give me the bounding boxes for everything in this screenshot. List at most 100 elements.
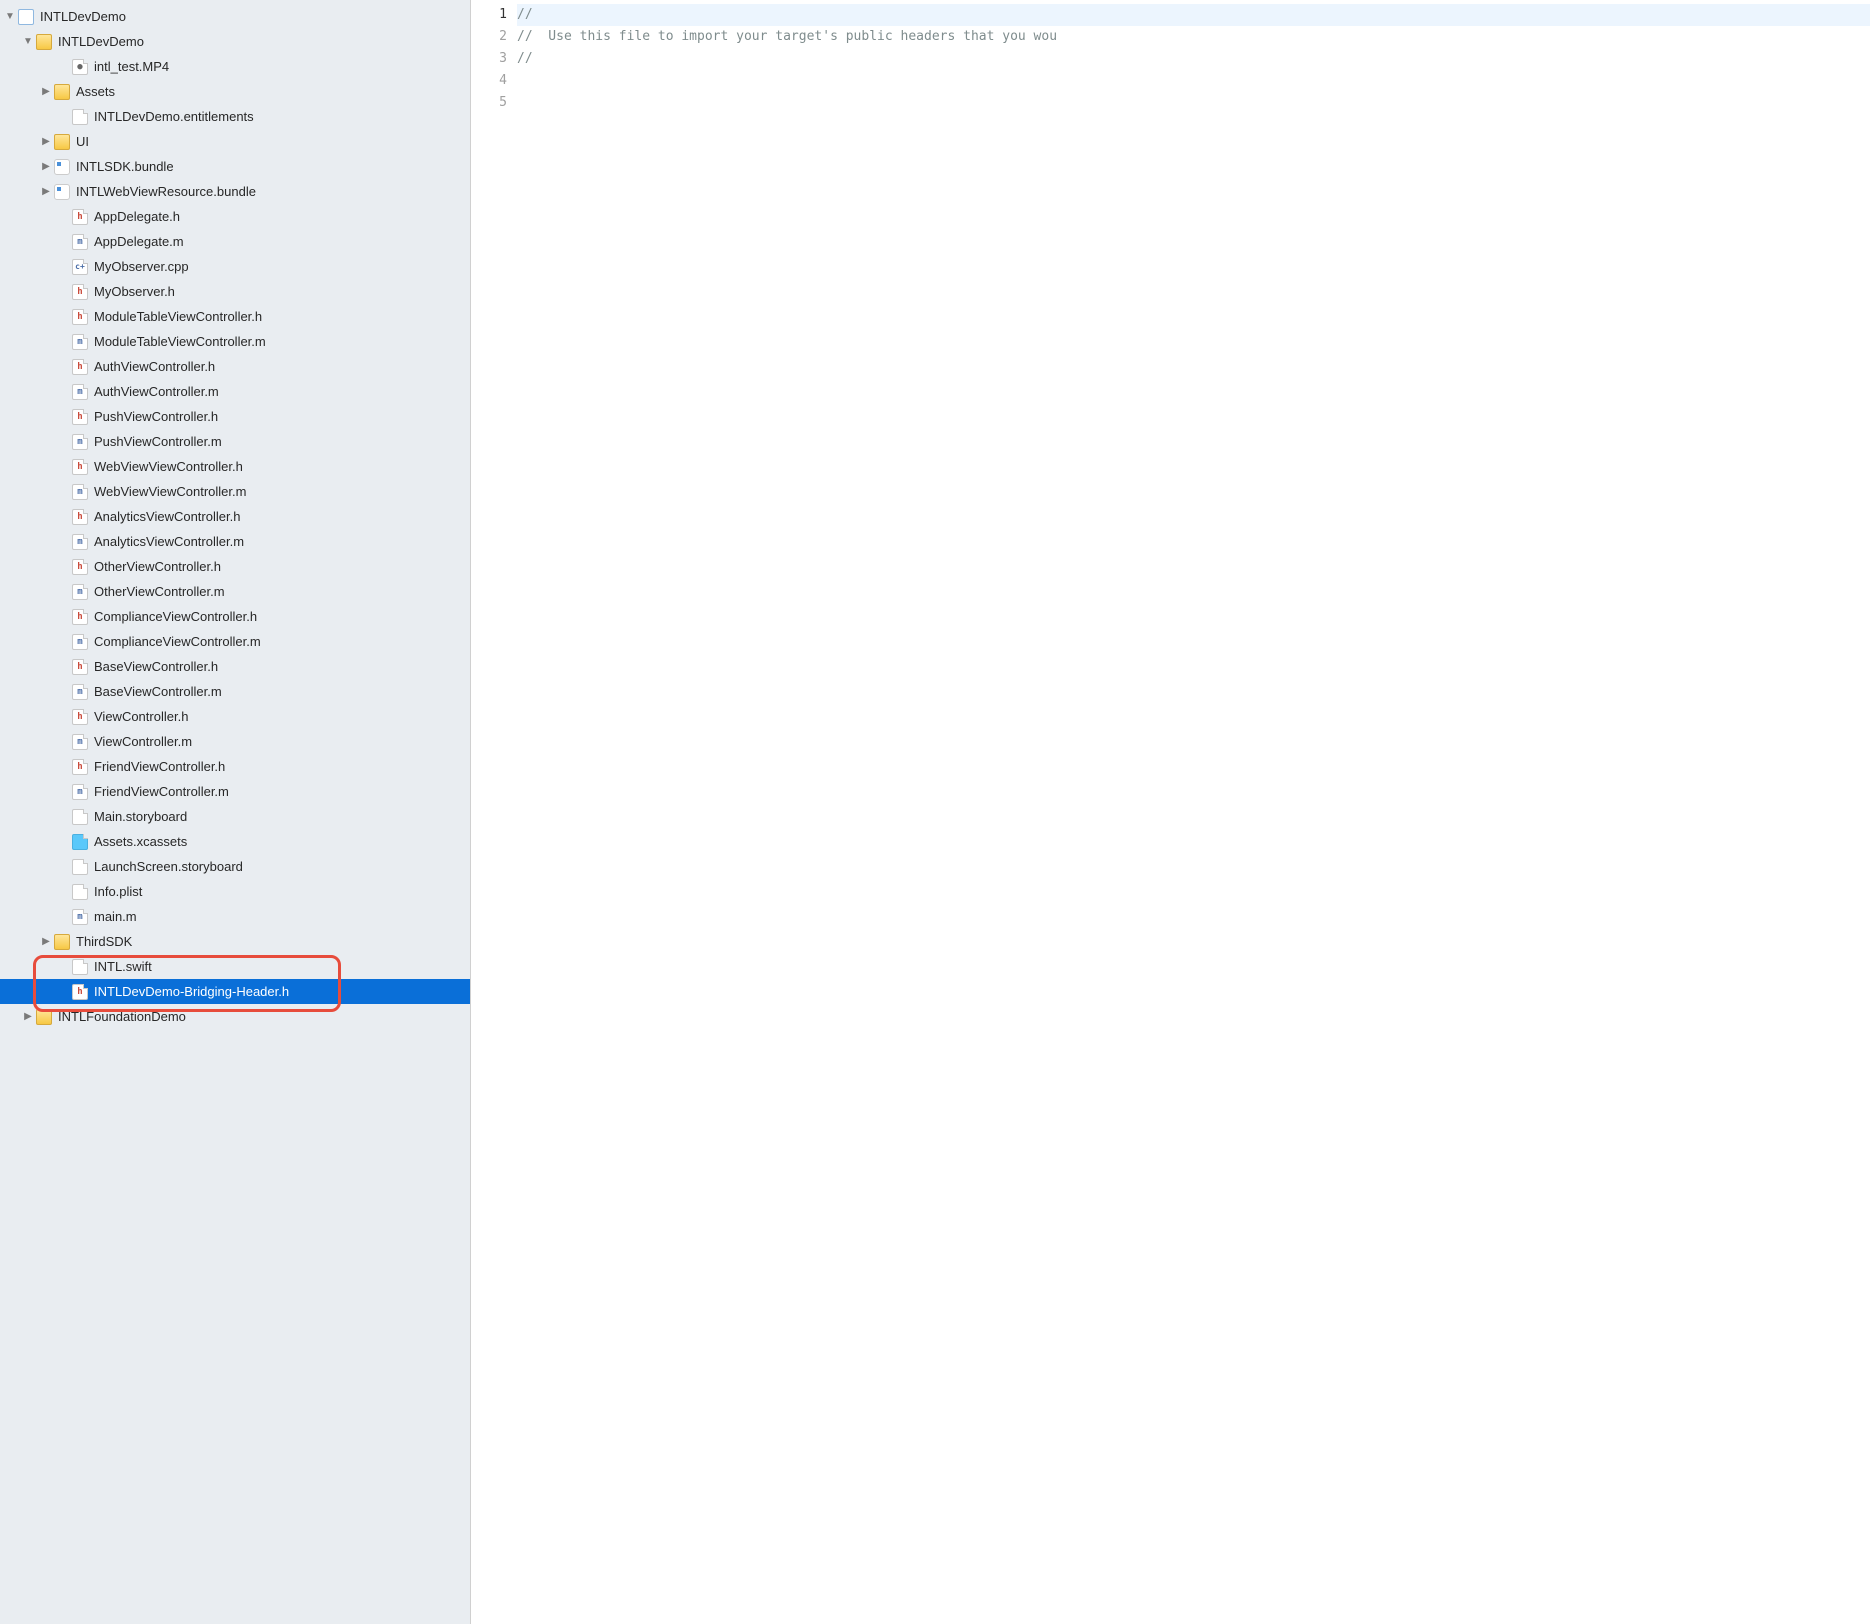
line-number: 4: [471, 70, 507, 92]
tree-item-otherviewcontroller-m[interactable]: m OtherViewController.m: [0, 579, 470, 604]
line-gutter: 12345: [471, 0, 517, 1624]
disclosure-triangle-icon[interactable]: ▼: [4, 11, 16, 22]
tree-item-intl-test-mp4[interactable]: ●intl_test.MP4: [0, 54, 470, 79]
tree-item-label: ModuleTableViewController.m: [94, 334, 266, 349]
tree-item-label: AppDelegate.h: [94, 209, 180, 224]
tree-item-main-storyboard[interactable]: Main.storyboard: [0, 804, 470, 829]
m-file-icon: m: [72, 334, 88, 350]
tree-item-assets[interactable]: ▶Assets: [0, 79, 470, 104]
tree-item-label: OtherViewController.m: [94, 584, 225, 599]
m-file-icon: m: [72, 384, 88, 400]
tree-item-moduletableviewcontroller-h[interactable]: hModuleTableViewController.h: [0, 304, 470, 329]
line-number: 5: [471, 92, 507, 114]
disclosure-triangle-icon[interactable]: ▼: [22, 36, 34, 47]
tree-item-appdelegate-h[interactable]: hAppDelegate.h: [0, 204, 470, 229]
tree-item-baseviewcontroller-m[interactable]: m BaseViewController.m: [0, 679, 470, 704]
tree-item-complianceviewcontroller-h[interactable]: hComplianceViewController.h: [0, 604, 470, 629]
tree-item-authviewcontroller-m[interactable]: mAuthViewController.m: [0, 379, 470, 404]
folder-icon: [36, 1009, 52, 1025]
tree-item-label: INTLFoundationDemo: [58, 1009, 186, 1024]
disclosure-triangle-icon[interactable]: ▶: [40, 936, 52, 947]
tree-item-intlsdk-bundle[interactable]: ▶ INTLSDK.bundle: [0, 154, 470, 179]
tree-item-intldevdemo[interactable]: ▼INTLDevDemo: [0, 4, 470, 29]
project-navigator[interactable]: ▼INTLDevDemo▼INTLDevDemo●intl_test.MP4▶A…: [0, 0, 471, 1624]
m-file-icon: m: [72, 584, 88, 600]
tree-item-thirdsdk[interactable]: ▶ ThirdSDK: [0, 929, 470, 954]
tree-item-intl-swift[interactable]: INTL.swift: [0, 954, 470, 979]
tree-item-myobserver-cpp[interactable]: c+ MyObserver.cpp: [0, 254, 470, 279]
tree-item-assets-xcassets[interactable]: Assets.xcassets: [0, 829, 470, 854]
code-line[interactable]: //: [517, 48, 1870, 70]
tree-item-label: ComplianceViewController.m: [94, 634, 261, 649]
code-editor[interactable]: 12345 //// Use this file to import your …: [471, 0, 1870, 1624]
xcassets-icon: [72, 834, 88, 850]
tree-item-webviewviewcontroller-h[interactable]: h WebViewViewController.h: [0, 454, 470, 479]
tree-item-analyticsviewcontroller-h[interactable]: hAnalyticsViewController.h: [0, 504, 470, 529]
tree-item-intldevdemo-bridging-header-h[interactable]: hINTLDevDemo-Bridging-Header.h: [0, 979, 470, 1004]
tree-item-label: main.m: [94, 909, 137, 924]
tree-item-intldevdemo[interactable]: ▼ INTLDevDemo: [0, 29, 470, 54]
tree-item-label: INTLDevDemo: [58, 34, 144, 49]
code-line[interactable]: // Use this file to import your target's…: [517, 26, 1870, 48]
tree-item-appdelegate-m[interactable]: mAppDelegate.m: [0, 229, 470, 254]
tree-item-info-plist[interactable]: Info.plist: [0, 879, 470, 904]
h-file-icon: h: [72, 709, 88, 725]
disclosure-triangle-icon[interactable]: ▶: [40, 86, 52, 97]
tree-item-label: PushViewController.m: [94, 434, 222, 449]
ent-file-icon: [72, 109, 88, 125]
line-number: 3: [471, 48, 507, 70]
tree-item-viewcontroller-h[interactable]: hViewController.h: [0, 704, 470, 729]
tree-item-otherviewcontroller-h[interactable]: hOtherViewController.h: [0, 554, 470, 579]
h-file-icon: h: [72, 309, 88, 325]
cpp-file-icon: c+: [72, 259, 88, 275]
tree-item-friendviewcontroller-m[interactable]: mFriendViewController.m: [0, 779, 470, 804]
tree-item-label: WebViewViewController.h: [94, 459, 243, 474]
folder-icon: [54, 934, 70, 950]
tree-item-label: BaseViewController.m: [94, 684, 222, 699]
tree-item-label: LaunchScreen.storyboard: [94, 859, 243, 874]
disclosure-triangle-icon[interactable]: ▶: [40, 161, 52, 172]
swift-file-icon: [72, 959, 88, 975]
tree-item-label: MyObserver.cpp: [94, 259, 189, 274]
tree-item-label: INTLDevDemo.entitlements: [94, 109, 254, 124]
tree-item-webviewviewcontroller-m[interactable]: mWebViewViewController.m: [0, 479, 470, 504]
code-line[interactable]: //: [517, 4, 1870, 26]
disclosure-triangle-icon[interactable]: ▶: [40, 136, 52, 147]
tree-item-label: MyObserver.h: [94, 284, 175, 299]
m-file-icon: m: [72, 434, 88, 450]
m-file-icon: m: [72, 734, 88, 750]
m-file-icon: m: [72, 484, 88, 500]
folder-icon: [36, 34, 52, 50]
tree-item-launchscreen-storyboard[interactable]: LaunchScreen.storyboard: [0, 854, 470, 879]
tree-item-viewcontroller-m[interactable]: mViewController.m: [0, 729, 470, 754]
code-area[interactable]: //// Use this file to import your target…: [517, 0, 1870, 1624]
code-line[interactable]: [517, 70, 1870, 92]
tree-item-authviewcontroller-h[interactable]: hAuthViewController.h: [0, 354, 470, 379]
code-line[interactable]: [517, 92, 1870, 114]
tree-item-baseviewcontroller-h[interactable]: hBaseViewController.h: [0, 654, 470, 679]
tree-item-label: BaseViewController.h: [94, 659, 218, 674]
tree-item-label: PushViewController.h: [94, 409, 218, 424]
tree-item-label: ThirdSDK: [76, 934, 132, 949]
tree-item-intlwebviewresource-bundle[interactable]: ▶INTLWebViewResource.bundle: [0, 179, 470, 204]
tree-item-intldevdemo-entitlements[interactable]: INTLDevDemo.entitlements: [0, 104, 470, 129]
disclosure-triangle-icon[interactable]: ▶: [40, 186, 52, 197]
h-file-icon: h: [72, 459, 88, 475]
tree-item-pushviewcontroller-m[interactable]: m PushViewController.m: [0, 429, 470, 454]
tree-item-moduletableviewcontroller-m[interactable]: m ModuleTableViewController.m: [0, 329, 470, 354]
tree-item-label: OtherViewController.h: [94, 559, 221, 574]
tree-item-label: INTLSDK.bundle: [76, 159, 174, 174]
sb-file-icon: [72, 859, 88, 875]
tree-item-ui[interactable]: ▶UI: [0, 129, 470, 154]
tree-item-myobserver-h[interactable]: hMyObserver.h: [0, 279, 470, 304]
m-file-icon: m: [72, 684, 88, 700]
tree-item-complianceviewcontroller-m[interactable]: mComplianceViewController.m: [0, 629, 470, 654]
disclosure-triangle-icon[interactable]: ▶: [22, 1011, 34, 1022]
tree-item-intlfoundationdemo[interactable]: ▶ INTLFoundationDemo: [0, 1004, 470, 1029]
tree-item-analyticsviewcontroller-m[interactable]: mAnalyticsViewController.m: [0, 529, 470, 554]
tree-item-friendviewcontroller-h[interactable]: hFriendViewController.h: [0, 754, 470, 779]
xcode-project-icon: [18, 9, 34, 25]
tree-item-pushviewcontroller-h[interactable]: h PushViewController.h: [0, 404, 470, 429]
tree-item-main-m[interactable]: mmain.m: [0, 904, 470, 929]
h-file-icon: h: [72, 409, 88, 425]
